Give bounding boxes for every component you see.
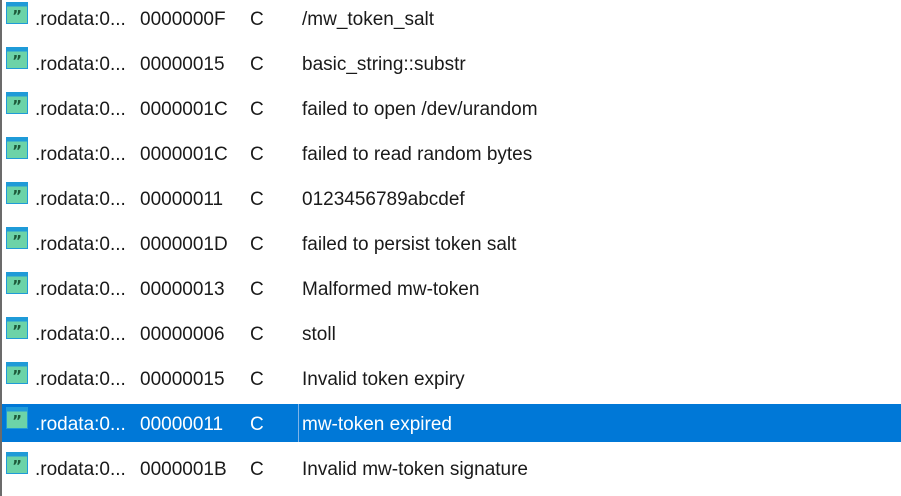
string-cell: stoll [302, 324, 336, 345]
type-cell: C [250, 414, 264, 435]
string-literal-icon: ” [6, 47, 28, 70]
table-row[interactable]: ” .rodata:0... 00000013 C Malformed mw-token [0, 267, 901, 312]
svg-text:”: ” [12, 7, 22, 24]
table-row[interactable]: ” .rodata:0... 00000015 Cbasic_string::subs… [0, 42, 901, 87]
address-cell: .rodata:0... [35, 144, 126, 165]
string-literal-icon: ” [6, 137, 28, 160]
column-separator [298, 404, 299, 442]
string-literal-icon: ” [6, 182, 28, 205]
address-cell: .rodata:0... [35, 414, 126, 435]
strings-list: ” .rodata:0... 0000000F C/mw_token_salt ” .ro… [0, 0, 901, 496]
table-row[interactable]: ” .rodata:0... 0000001D Cfailed to persist … [0, 222, 901, 267]
address-cell: .rodata:0... [35, 234, 126, 255]
string-literal-icon: ” [6, 407, 28, 430]
svg-text:”: ” [12, 412, 22, 429]
string-cell: mw-token expired [302, 414, 452, 435]
length-cell: 0000001C [140, 99, 228, 120]
type-cell: C [250, 99, 264, 120]
address-cell: .rodata:0... [35, 279, 126, 300]
address-cell: .rodata:0... [35, 459, 126, 480]
table-row[interactable]: ” .rodata:0... 00000011 Cmw-token expired [0, 402, 901, 447]
address-cell: .rodata:0... [35, 369, 126, 390]
string-literal-icon: ” [6, 452, 28, 475]
string-cell: Invalid token expiry [302, 369, 465, 390]
svg-text:”: ” [12, 97, 22, 114]
type-cell: C [250, 144, 264, 165]
table-row[interactable]: ” .rodata:0... 00000015 C Invalid token expi… [0, 357, 901, 402]
length-cell: 00000006 [140, 324, 225, 345]
type-cell: C [250, 9, 264, 30]
address-cell: .rodata:0... [35, 324, 126, 345]
string-literal-icon: ” [6, 272, 28, 295]
svg-text:”: ” [12, 142, 22, 159]
svg-text:”: ” [12, 322, 22, 339]
type-cell: C [250, 279, 264, 300]
svg-text:”: ” [12, 187, 22, 204]
string-literal-icon: ” [6, 362, 28, 385]
svg-text:”: ” [12, 277, 22, 294]
string-cell: failed to open /dev/urandom [302, 99, 538, 120]
table-row[interactable]: ” .rodata:0... 0000001C Cfailed to read ran… [0, 132, 901, 177]
string-cell: failed to persist token salt [302, 234, 517, 255]
table-row[interactable]: ” .rodata:0... 00000011 C 0123456789abcdef [0, 177, 901, 222]
svg-text:”: ” [12, 52, 22, 69]
type-cell: C [250, 369, 264, 390]
address-cell: .rodata:0... [35, 54, 126, 75]
length-cell: 0000000F [140, 9, 226, 30]
length-cell: 0000001B [140, 459, 227, 480]
string-cell: 0123456789abcdef [302, 189, 465, 210]
length-cell: 00000011 [140, 414, 224, 435]
length-cell: 00000015 [140, 369, 225, 390]
type-cell: C [250, 234, 264, 255]
string-cell: failed to read random bytes [302, 144, 533, 165]
string-literal-icon: ” [6, 2, 28, 25]
string-cell: /mw_token_salt [302, 9, 435, 30]
string-cell: Malformed mw-token [302, 279, 480, 300]
address-cell: .rodata:0... [35, 9, 126, 30]
type-cell: C [250, 54, 264, 75]
table-row[interactable]: ” .rodata:0... 0000000F C/mw_token_salt [0, 0, 901, 42]
table-row[interactable]: ” .rodata:0... 0000001B C Invalid mw-token s… [0, 447, 901, 492]
type-cell: C [250, 189, 264, 210]
length-cell: 00000015 [140, 54, 225, 75]
address-cell: .rodata:0... [35, 189, 126, 210]
length-cell: 00000013 [140, 279, 225, 300]
address-cell: .rodata:0... [35, 99, 126, 120]
svg-text:”: ” [12, 457, 22, 474]
string-cell: Invalid mw-token signature [302, 459, 528, 480]
string-literal-icon: ” [6, 227, 28, 250]
type-cell: C [250, 324, 264, 345]
length-cell: 0000001D [140, 234, 228, 255]
length-cell: 0000001C [140, 144, 228, 165]
svg-text:”: ” [12, 367, 22, 384]
table-row[interactable]: ” .rodata:0... 00000006 Cstoll [0, 312, 901, 357]
length-cell: 00000011 [140, 189, 224, 210]
type-cell: C [250, 459, 264, 480]
string-cell: basic_string::substr [302, 54, 466, 75]
svg-text:”: ” [12, 232, 22, 249]
string-literal-icon: ” [6, 92, 28, 115]
string-literal-icon: ” [6, 317, 28, 340]
table-row[interactable]: ” .rodata:0... 0000001C Cfailed to open /de… [0, 87, 901, 132]
